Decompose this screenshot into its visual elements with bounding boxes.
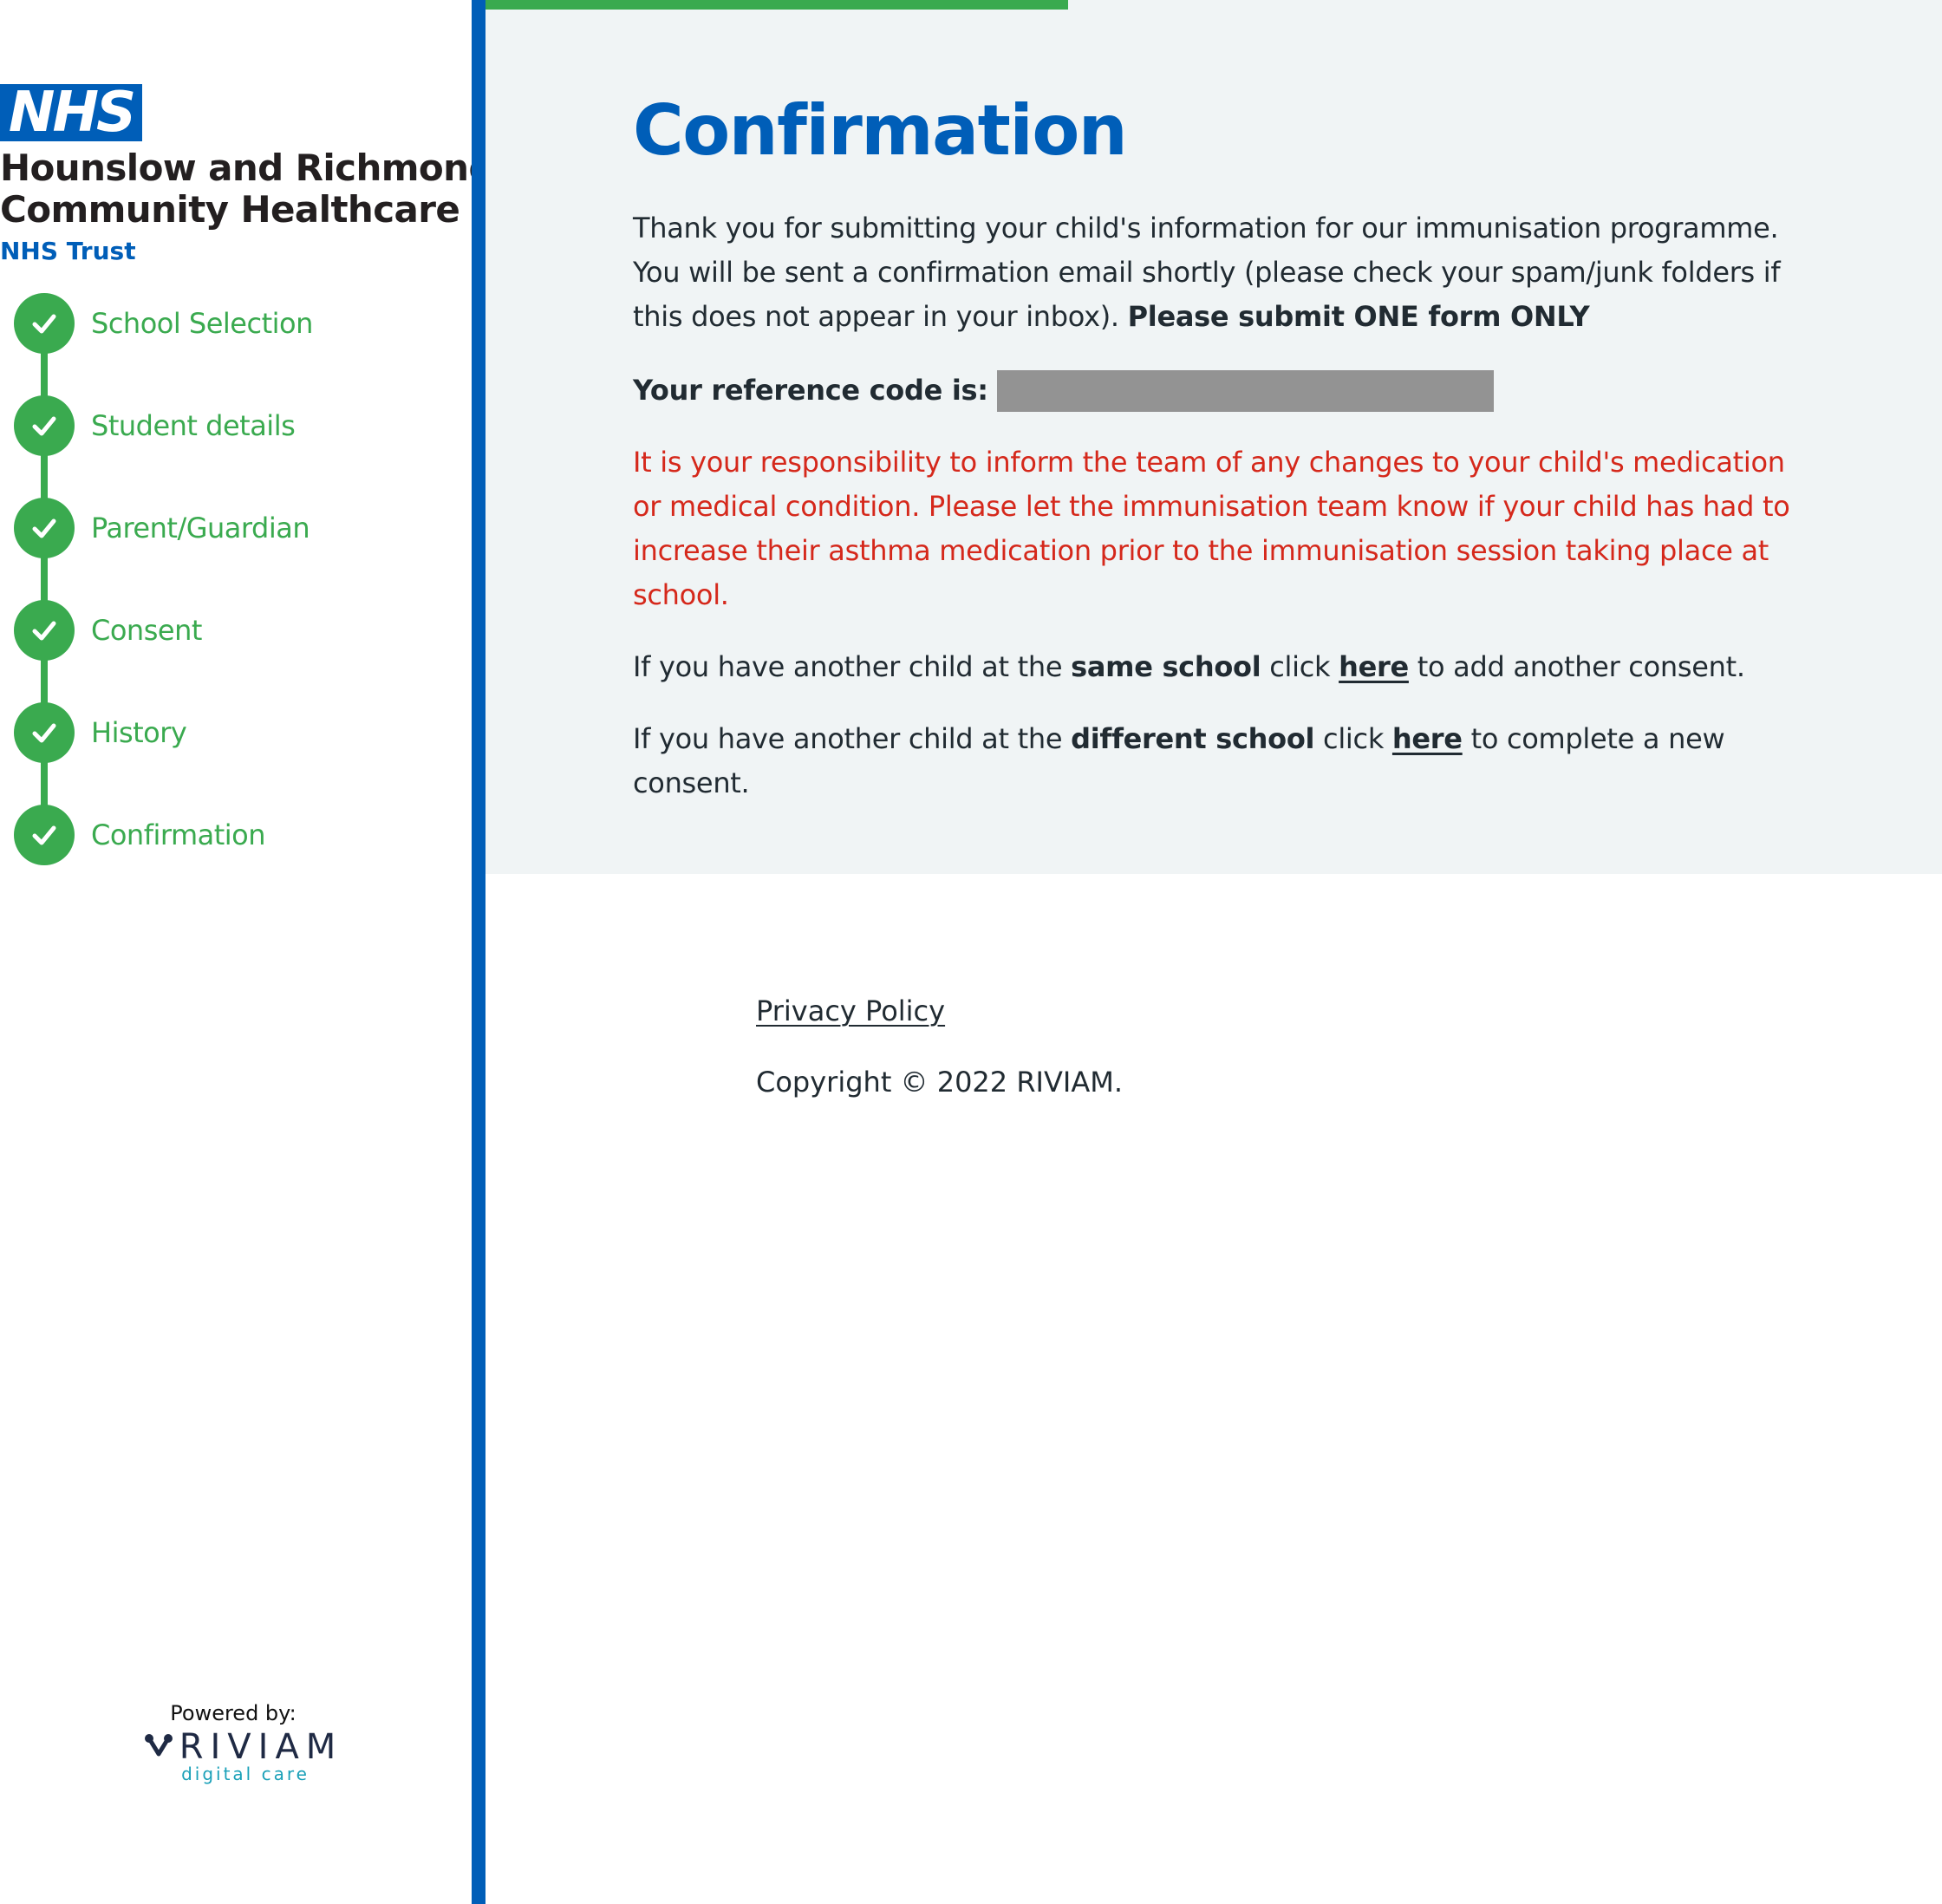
check-icon — [14, 702, 75, 763]
check-icon — [14, 395, 75, 456]
different-school-prefix: If you have another child at the — [633, 722, 1072, 755]
same-school-text: If you have another child at the same sc… — [633, 645, 1812, 689]
riviam-logo: RIVIAM — [130, 1727, 355, 1767]
org-name-line2: Community Healthcare — [0, 188, 460, 231]
org-trust-label: NHS Trust — [0, 237, 136, 265]
privacy-policy-link[interactable]: Privacy Policy — [756, 994, 945, 1027]
different-school-middle: click — [1314, 722, 1392, 755]
check-icon — [14, 498, 75, 558]
same-school-here-link[interactable]: here — [1339, 650, 1409, 683]
riviam-mark-icon — [143, 1731, 174, 1763]
nhs-logo-text: NHS — [8, 81, 136, 145]
different-school-text: If you have another child at the differe… — [633, 717, 1812, 805]
powered-by-label: Powered by: — [170, 1701, 297, 1725]
check-icon — [14, 805, 75, 865]
step-label: History — [91, 716, 187, 749]
check-icon — [14, 293, 75, 354]
step-history[interactable]: History — [14, 702, 447, 763]
organisation-name: Hounslow and Richmond Community Healthca… — [0, 147, 495, 231]
step-student-details[interactable]: Student details — [14, 395, 447, 456]
footer: Privacy Policy Copyright © 2022 RIVIAM. — [756, 988, 1123, 1105]
step-school-selection[interactable]: School Selection — [14, 293, 447, 354]
progress-bar — [486, 0, 1068, 10]
same-school-suffix: to add another consent. — [1408, 650, 1745, 683]
check-icon — [14, 600, 75, 661]
reference-code: Your reference code is: — [633, 368, 1812, 413]
intro-text: Thank you for submitting your child's in… — [633, 206, 1812, 339]
same-school-bold: same school — [1071, 650, 1261, 683]
intro-emphasis: Please submit ONE form ONLY — [1127, 300, 1590, 333]
confirmation-content: Confirmation Thank you for submitting yo… — [633, 87, 1812, 805]
medication-warning: It is your responsibility to inform the … — [633, 446, 1790, 611]
same-school-middle: click — [1261, 650, 1339, 683]
powered-by: Powered by: RIVIAM digital care — [130, 1701, 355, 1784]
copyright-text: Copyright © 2022 RIVIAM. — [756, 1066, 1123, 1099]
sidebar-divider — [472, 0, 486, 1904]
nhs-logo: NHS — [0, 84, 142, 141]
step-label: Student details — [91, 409, 296, 442]
reference-value-redacted — [996, 369, 1494, 412]
different-school-bold: different school — [1071, 722, 1315, 755]
step-label: Confirmation — [91, 818, 266, 851]
different-school-here-link[interactable]: here — [1392, 722, 1463, 755]
step-confirmation[interactable]: Confirmation — [14, 805, 447, 865]
step-consent[interactable]: Consent — [14, 600, 447, 661]
step-label: Parent/Guardian — [91, 512, 310, 544]
same-school-prefix: If you have another child at the — [633, 650, 1072, 683]
sidebar: NHS Hounslow and Richmond Community Heal… — [0, 0, 495, 1904]
org-name-line1: Hounslow and Richmond — [0, 147, 495, 189]
page-title: Confirmation — [633, 90, 1128, 171]
step-parent-guardian[interactable]: Parent/Guardian — [14, 498, 447, 558]
step-label: Consent — [91, 614, 202, 647]
reference-label: Your reference code is: — [633, 374, 988, 407]
step-label: School Selection — [91, 307, 313, 340]
riviam-wordmark: RIVIAM — [179, 1727, 343, 1767]
